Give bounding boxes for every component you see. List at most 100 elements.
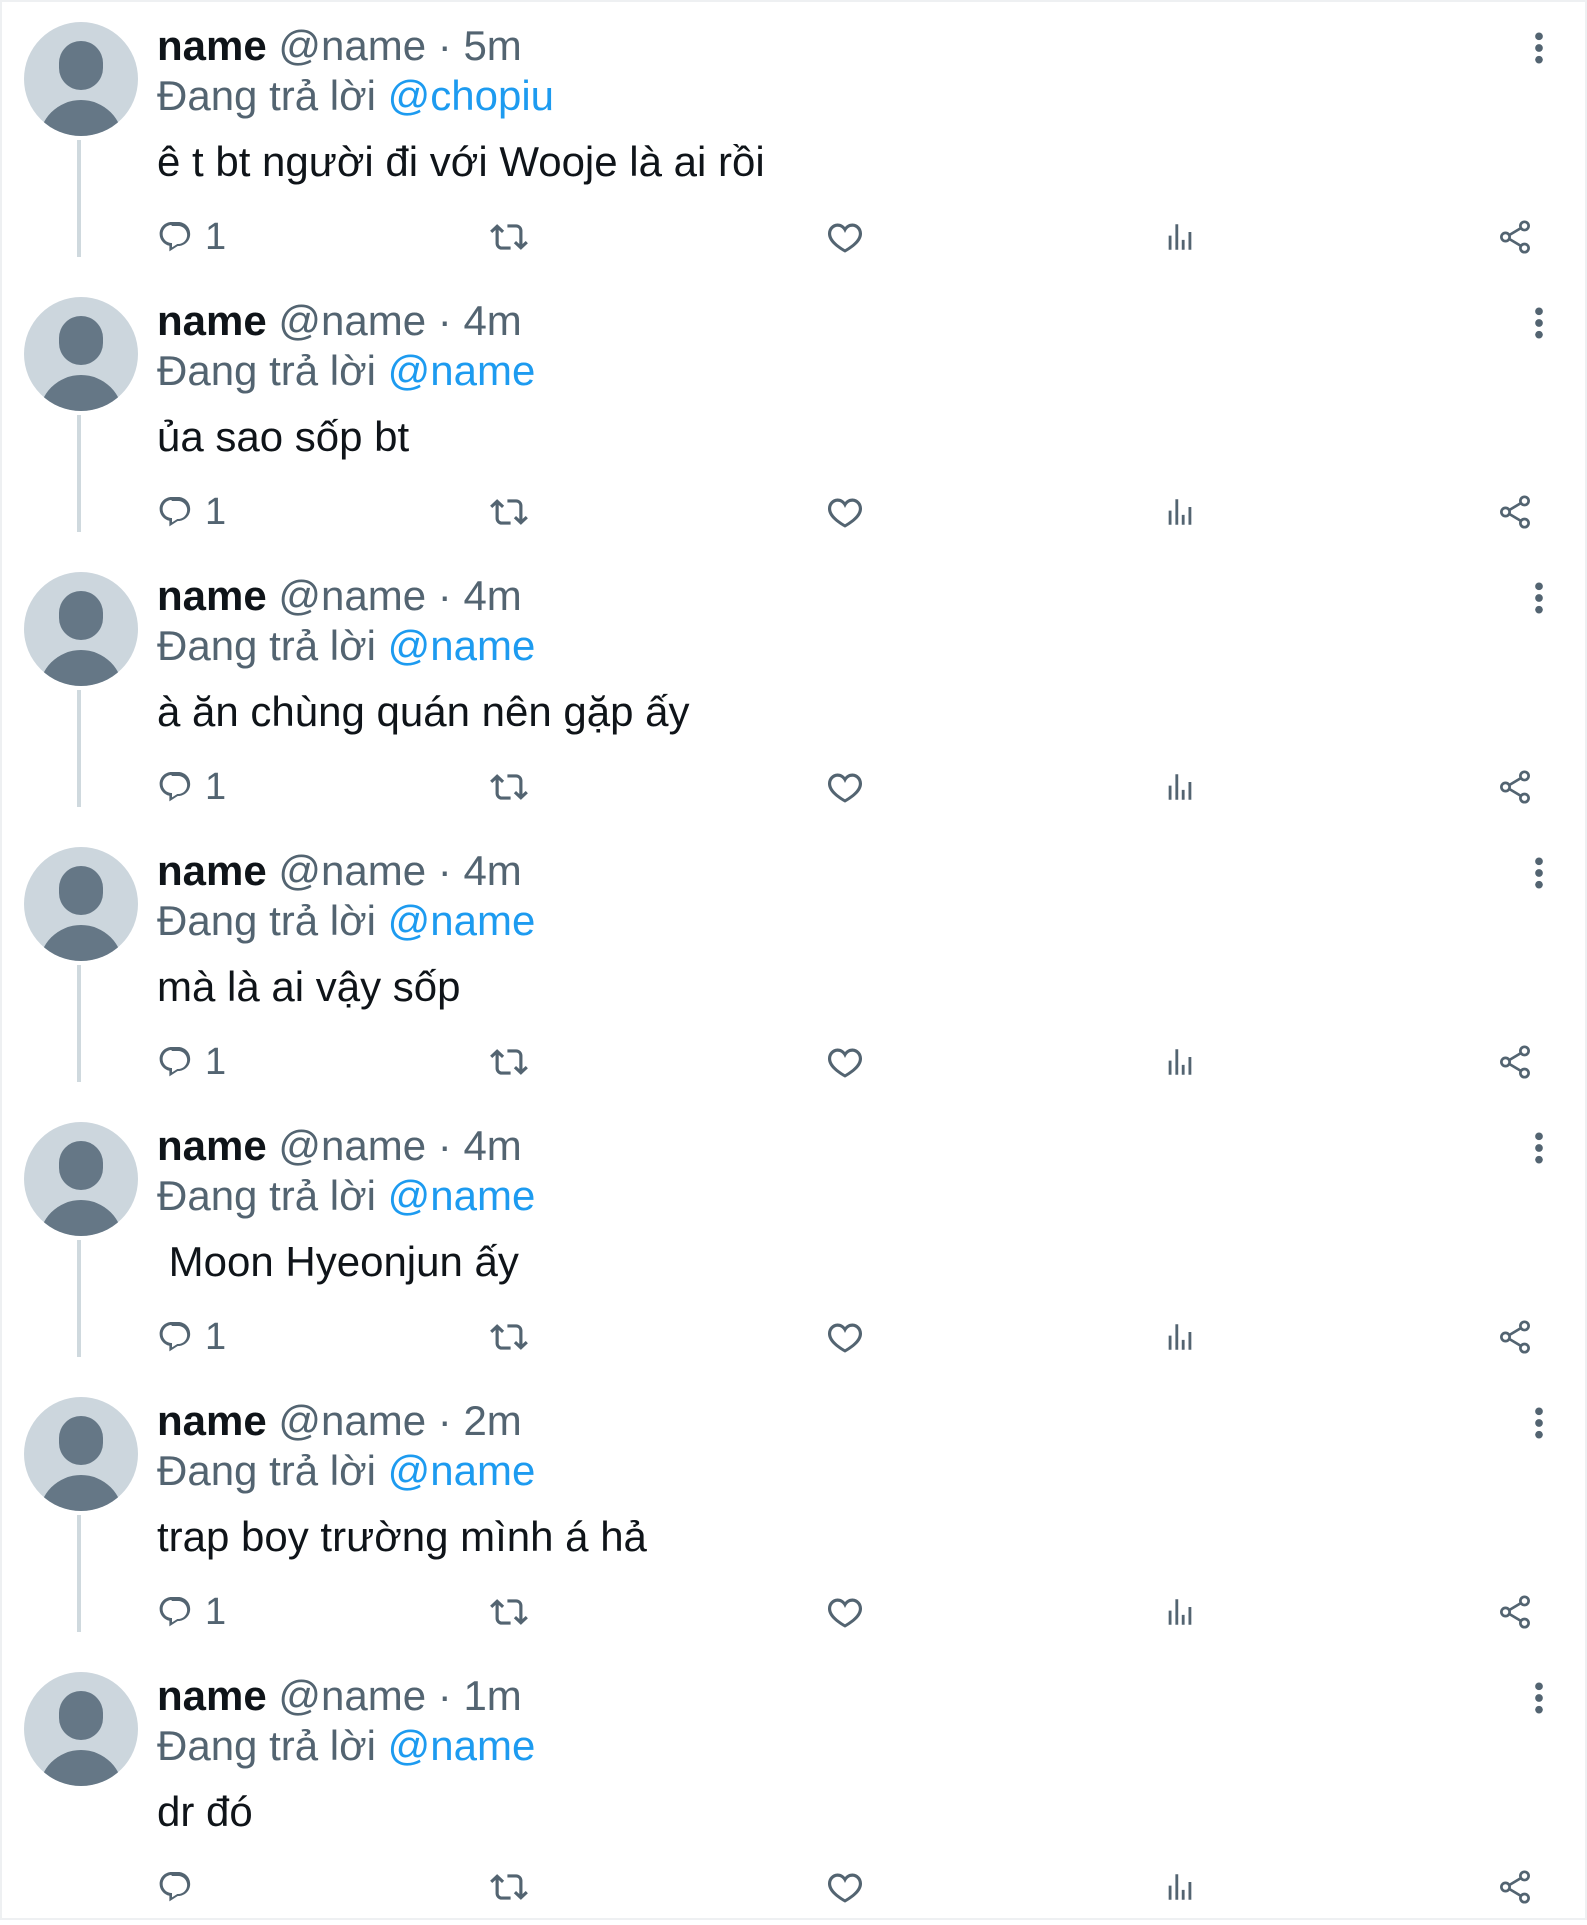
like-button[interactable] xyxy=(826,1037,864,1087)
avatar[interactable] xyxy=(24,1122,138,1236)
mention-link[interactable]: @name xyxy=(388,1172,536,1219)
retweet-button[interactable] xyxy=(490,1312,528,1362)
avatar[interactable] xyxy=(24,1672,138,1786)
thread-view: name @name · 5m Đang trả lời @chopiu ê t b… xyxy=(0,0,1587,1920)
views-button[interactable] xyxy=(1163,762,1197,812)
replying-to: Đang trả lời @chopiu xyxy=(157,70,554,122)
heart-icon xyxy=(826,218,864,256)
share-button[interactable] xyxy=(1496,762,1534,812)
display-name[interactable]: name xyxy=(157,1672,267,1719)
like-button[interactable] xyxy=(826,762,864,812)
timestamp[interactable]: 4m xyxy=(463,847,521,894)
timestamp[interactable]: 5m xyxy=(463,22,521,69)
like-button[interactable] xyxy=(826,1862,864,1912)
user-handle[interactable]: @name xyxy=(278,847,426,894)
reply-button[interactable]: 1 xyxy=(157,1312,226,1362)
share-button[interactable] xyxy=(1496,1312,1534,1362)
reply-button[interactable]: 1 xyxy=(157,487,226,537)
reply-button[interactable]: 1 xyxy=(157,212,226,262)
timestamp[interactable]: 4m xyxy=(463,572,521,619)
tweet-actions: 1 xyxy=(0,1037,1587,1087)
timestamp[interactable]: 2m xyxy=(463,1397,521,1444)
tweet-row[interactable]: name @name · 2m Đang trả lời @name trap bo… xyxy=(0,1375,1587,1650)
more-options-button[interactable] xyxy=(1524,853,1554,893)
user-handle[interactable]: @name xyxy=(278,1397,426,1444)
tweet-row[interactable]: name @name · 4m Đang trả lời @name mà là a… xyxy=(0,825,1587,1100)
avatar[interactable] xyxy=(24,847,138,961)
more-options-button[interactable] xyxy=(1524,1403,1554,1443)
more-options-button[interactable] xyxy=(1524,303,1554,343)
views-button[interactable] xyxy=(1163,212,1197,262)
reply-count: 1 xyxy=(205,491,227,533)
avatar-body-shape xyxy=(39,925,123,961)
more-options-button[interactable] xyxy=(1524,1128,1554,1168)
more-options-button[interactable] xyxy=(1524,28,1554,68)
share-button[interactable] xyxy=(1496,212,1534,262)
tweet-row[interactable]: name @name · 5m Đang trả lời @chopiu ê t b… xyxy=(0,0,1587,275)
share-button[interactable] xyxy=(1496,1587,1534,1637)
share-icon xyxy=(1496,1043,1534,1081)
reply-button[interactable] xyxy=(157,1862,205,1912)
more-options-button[interactable] xyxy=(1524,1678,1554,1718)
retweet-button[interactable] xyxy=(490,212,528,262)
avatar-body-shape xyxy=(39,1200,123,1236)
views-chart-icon xyxy=(1163,1870,1197,1904)
display-name[interactable]: name xyxy=(157,297,267,344)
tweet-row[interactable]: name @name · 1m Đang trả lời @name dr đó xyxy=(0,1650,1587,1925)
share-button[interactable] xyxy=(1496,1037,1534,1087)
mention-link[interactable]: @name xyxy=(388,622,536,669)
reply-button[interactable]: 1 xyxy=(157,762,226,812)
display-name[interactable]: name xyxy=(157,847,267,894)
views-chart-icon xyxy=(1163,220,1197,254)
user-handle[interactable]: @name xyxy=(278,1672,426,1719)
display-name[interactable]: name xyxy=(157,1397,267,1444)
user-handle[interactable]: @name xyxy=(278,572,426,619)
user-handle[interactable]: @name xyxy=(278,22,426,69)
retweet-icon xyxy=(490,1043,528,1081)
avatar[interactable] xyxy=(24,1397,138,1511)
avatar[interactable] xyxy=(24,297,138,411)
avatar[interactable] xyxy=(24,572,138,686)
timestamp[interactable]: 1m xyxy=(463,1672,521,1719)
user-handle[interactable]: @name xyxy=(278,297,426,344)
share-button[interactable] xyxy=(1496,1862,1534,1912)
mention-link[interactable]: @name xyxy=(388,1447,536,1494)
tweet-row[interactable]: name @name · 4m Đang trả lời @name Moon H… xyxy=(0,1100,1587,1375)
share-button[interactable] xyxy=(1496,487,1534,537)
views-button[interactable] xyxy=(1163,487,1197,537)
mention-link[interactable]: @name xyxy=(388,897,536,944)
like-button[interactable] xyxy=(826,487,864,537)
retweet-button[interactable] xyxy=(490,1862,528,1912)
reply-button[interactable]: 1 xyxy=(157,1587,226,1637)
retweet-button[interactable] xyxy=(490,762,528,812)
retweet-button[interactable] xyxy=(490,487,528,537)
tweet-row[interactable]: name @name · 4m Đang trả lời @name à ăn ch… xyxy=(0,550,1587,825)
views-button[interactable] xyxy=(1163,1312,1197,1362)
views-button[interactable] xyxy=(1163,1587,1197,1637)
avatar-head-shape xyxy=(59,316,103,365)
display-name[interactable]: name xyxy=(157,1122,267,1169)
more-options-button[interactable] xyxy=(1524,578,1554,618)
mention-link[interactable]: @name xyxy=(388,1722,536,1769)
reply-button[interactable]: 1 xyxy=(157,1037,226,1087)
like-button[interactable] xyxy=(826,1312,864,1362)
avatar-head-shape xyxy=(59,591,103,640)
views-button[interactable] xyxy=(1163,1862,1197,1912)
retweet-button[interactable] xyxy=(490,1037,528,1087)
like-button[interactable] xyxy=(826,212,864,262)
mention-link[interactable]: @name xyxy=(388,347,536,394)
separator-dot: · xyxy=(437,297,452,344)
mention-link[interactable]: @chopiu xyxy=(388,72,554,119)
tweet-text: à ăn chùng quán nên gặp ấy xyxy=(157,688,690,735)
like-button[interactable] xyxy=(826,1587,864,1637)
timestamp[interactable]: 4m xyxy=(463,1122,521,1169)
replying-to: Đang trả lời @name xyxy=(157,620,535,672)
tweet-row[interactable]: name @name · 4m Đang trả lời @name ủa sao … xyxy=(0,275,1587,550)
user-handle[interactable]: @name xyxy=(278,1122,426,1169)
retweet-button[interactable] xyxy=(490,1587,528,1637)
display-name[interactable]: name xyxy=(157,572,267,619)
display-name[interactable]: name xyxy=(157,22,267,69)
avatar[interactable] xyxy=(24,22,138,136)
views-button[interactable] xyxy=(1163,1037,1197,1087)
timestamp[interactable]: 4m xyxy=(463,297,521,344)
